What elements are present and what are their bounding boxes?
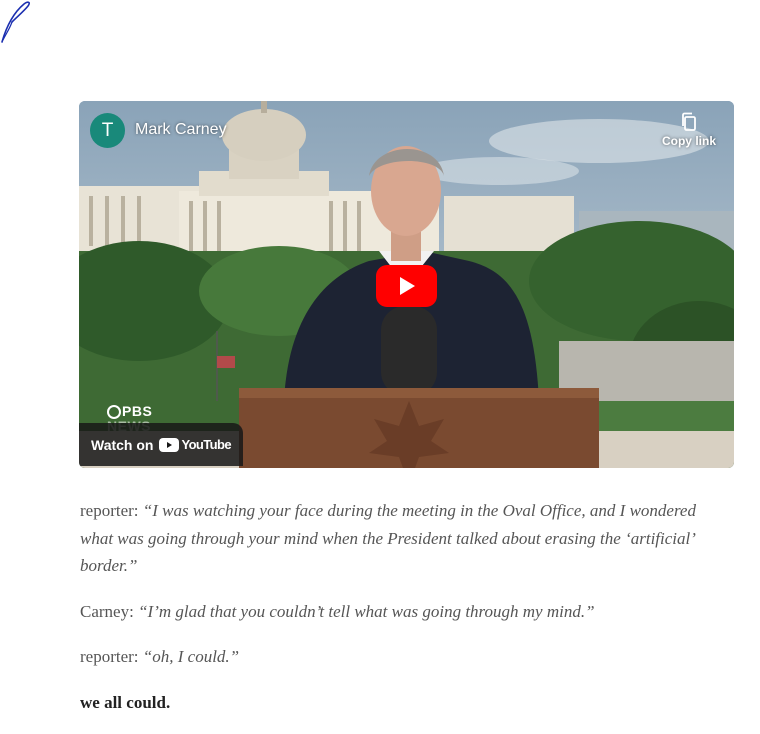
play-icon [399,277,415,295]
speaker-label: Carney: [80,601,134,621]
article-paragraph: reporter: “I was watching your face duri… [80,497,720,580]
quote-text: “I was watching your face during the mee… [80,501,696,575]
youtube-logo: YouTube [159,437,232,452]
watch-on-youtube-button[interactable]: Watch on YouTube [79,423,243,466]
youtube-play-icon [159,437,180,452]
quote-text: “oh, I could.” [142,647,240,666]
closing-line: we all could. [80,692,171,712]
article-paragraph: Carney: “I’m glad that you couldn’t tell… [80,598,720,626]
pbs-head-icon [107,405,121,419]
article-paragraph: reporter: “oh, I could.” [80,643,720,671]
youtube-video-embed[interactable]: T Mark Carney Copy link PBS NEWS Watch o… [79,101,734,468]
speaker-label: reporter: [80,647,139,666]
copy-link-button[interactable]: Copy link [660,112,718,148]
play-button[interactable] [376,265,437,307]
copy-icon [682,112,696,131]
quote-text: “I’m glad that you couldn’t tell what wa… [138,601,595,621]
quill-logo-icon[interactable] [0,0,32,44]
copy-link-label: Copy link [661,134,716,148]
speaker-label: reporter: [80,501,139,520]
watch-on-label: Watch on [91,436,154,453]
channel-avatar[interactable]: T [90,113,125,148]
article-body: reporter: “I was watching your face duri… [80,497,720,734]
video-title[interactable]: Mark Carney [135,121,227,139]
